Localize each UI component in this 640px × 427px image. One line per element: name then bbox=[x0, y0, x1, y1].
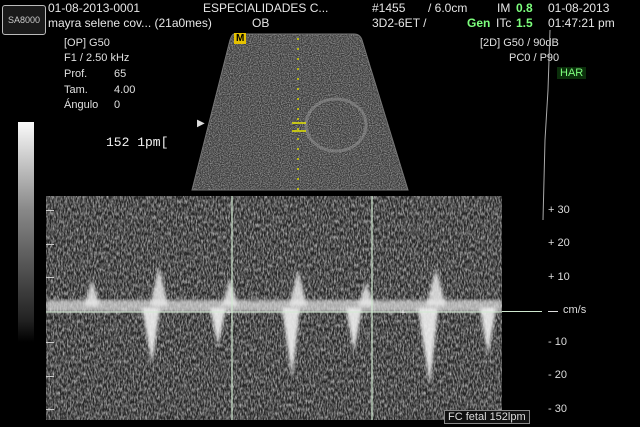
tam-value: 4.00 bbox=[114, 84, 136, 96]
orientation-marker: M bbox=[234, 33, 247, 44]
focus-marker: ▶ bbox=[197, 118, 205, 129]
bmode-sector bbox=[191, 33, 409, 191]
scale-label-plus-10: + 10 bbox=[548, 271, 570, 283]
left-tick bbox=[46, 409, 54, 410]
itc-label: ITc bbox=[496, 16, 512, 30]
frame-id: #1455 bbox=[372, 1, 406, 15]
doppler-spectrum: + + bbox=[46, 196, 502, 420]
baseline-extension bbox=[502, 311, 542, 312]
scale-unit: cm/s bbox=[563, 304, 587, 316]
im-label: IM bbox=[497, 1, 511, 15]
left-tick bbox=[46, 376, 54, 377]
svg-text:+: + bbox=[400, 308, 406, 319]
exam-date: 01-08-2013 bbox=[548, 1, 610, 15]
svg-text:+: + bbox=[226, 308, 232, 319]
gen-label: Gen bbox=[467, 16, 491, 30]
im-value: 0.8 bbox=[516, 1, 533, 15]
scale-label-plus-20: + 20 bbox=[548, 237, 570, 249]
left-tick bbox=[46, 210, 54, 211]
depth-readout: / 6.0cm bbox=[428, 1, 468, 15]
op-gain: [OP] G50 bbox=[64, 37, 110, 49]
grayscale-bar bbox=[18, 122, 34, 342]
prof-label: Prof. bbox=[64, 68, 88, 80]
scale-label-minus-20: - 20 bbox=[548, 369, 567, 381]
scale-label-minus-30: - 30 bbox=[548, 403, 567, 415]
fetal-heart-rate-label: FC fetal 152lpm bbox=[444, 410, 530, 424]
exam-time: 01:47:21 pm bbox=[548, 16, 615, 30]
scale-label-minus-10: - 10 bbox=[548, 336, 567, 348]
heart-rate-readout: 152 1pm[ bbox=[106, 135, 169, 150]
exam-type: OB bbox=[252, 16, 270, 30]
scale-zero-tick bbox=[548, 311, 558, 312]
probe-name: 3D2-6ET / bbox=[372, 16, 427, 30]
patient-name: mayra selene cov... (21a0mes) bbox=[48, 16, 212, 30]
clinic-name: ESPECIALIDADES C... bbox=[203, 1, 329, 15]
scale-edge-line bbox=[542, 30, 551, 221]
prf-value: F1 / 2.50 kHz bbox=[64, 52, 130, 64]
angle-label: Ángulo bbox=[64, 99, 99, 111]
itc-value: 1.5 bbox=[516, 16, 533, 30]
angle-value: 0 bbox=[114, 99, 121, 111]
left-tick bbox=[46, 244, 54, 245]
device-logo: SA8000 bbox=[2, 5, 46, 35]
prof-value: 65 bbox=[114, 68, 127, 80]
exam-date-id: 01-08-2013-0001 bbox=[48, 1, 141, 15]
left-tick bbox=[46, 342, 54, 343]
harmonic-badge: HAR bbox=[557, 67, 587, 79]
tam-label: Tam. bbox=[64, 84, 88, 96]
left-tick bbox=[46, 277, 54, 278]
